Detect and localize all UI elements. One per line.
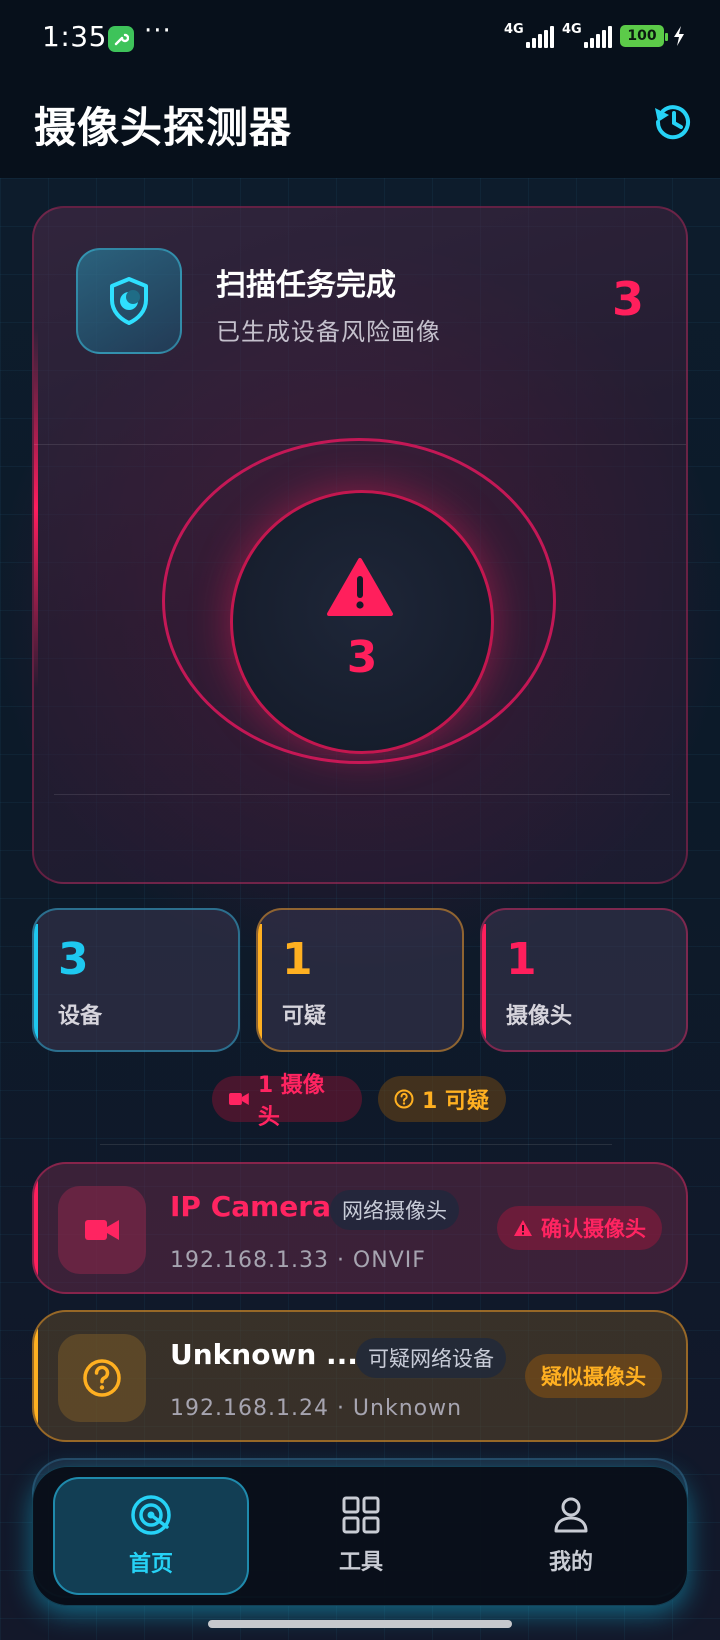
chip-label: 1 可疑 [422, 1089, 489, 1114]
device-status-badge: 疑似摄像头 [525, 1354, 662, 1398]
device-meta: 192.168.1.24 · Unknown [170, 1396, 463, 1421]
stat-devices[interactable]: 3 设备 [32, 908, 240, 1052]
device-type-tag: 可疑网络设备 [356, 1338, 506, 1378]
radar-icon [131, 1495, 171, 1535]
video-camera-icon [85, 1220, 119, 1240]
stat-value: 3 [58, 934, 89, 985]
stat-label: 可疑 [282, 1004, 327, 1029]
app-notification-icon [108, 26, 134, 52]
stat-label: 设备 [58, 1004, 103, 1029]
app-header: 摄像头探测器 [0, 78, 720, 178]
battery-indicator: 100 [620, 25, 668, 47]
chip-label: 1 摄像头 [257, 1073, 325, 1130]
radar-core [230, 490, 494, 754]
more-notifications: ··· [144, 16, 172, 46]
bottom-navigation: 首页 工具 我的 [32, 1466, 688, 1606]
device-icon-box [58, 1334, 146, 1422]
device-meta: 192.168.1.33 · ONVIF [170, 1248, 426, 1273]
risk-center-count: 3 [346, 632, 378, 683]
home-indicator[interactable] [208, 1620, 512, 1628]
stat-label: 摄像头 [506, 1004, 573, 1029]
signal-icon: 4G [504, 22, 554, 48]
stat-cameras[interactable]: 1 摄像头 [480, 908, 688, 1052]
signal-icon: 4G [562, 22, 612, 48]
person-icon [554, 1497, 588, 1533]
history-icon[interactable] [648, 98, 696, 146]
risk-count: 3 [611, 272, 644, 326]
shield-icon [110, 277, 148, 325]
grid-icon [342, 1496, 380, 1534]
device-name: IP Camera [170, 1190, 331, 1223]
scan-status-title: 扫描任务完成 [216, 268, 396, 303]
device-card[interactable]: Unknown ... 可疑网络设备 192.168.1.24 · Unknow… [32, 1310, 688, 1442]
warning-icon [327, 558, 393, 616]
suspicious-filter-chip[interactable]: 1 可疑 [378, 1076, 506, 1122]
stat-suspicious[interactable]: 1 可疑 [256, 908, 464, 1052]
stat-value: 1 [282, 934, 313, 985]
status-time: 1:35 [42, 20, 107, 53]
nav-tools-label: 工具 [338, 1550, 383, 1575]
shield-icon-box [76, 248, 182, 354]
question-icon [83, 1359, 121, 1397]
scan-status-subtitle: 已生成设备风险画像 [216, 318, 441, 346]
warning-icon [514, 1220, 532, 1236]
device-status-badge: 确认摄像头 [497, 1206, 662, 1250]
status-bar: 1:35 ··· 4G 4G 100 [0, 0, 720, 78]
question-icon [394, 1089, 414, 1109]
page-title: 摄像头探测器 [34, 103, 293, 152]
device-name: Unknown ... [170, 1338, 358, 1371]
stat-value: 1 [506, 934, 537, 985]
device-icon-box [58, 1186, 146, 1274]
camera-filter-chip[interactable]: 1 摄像头 [212, 1073, 362, 1130]
nav-tools[interactable]: 工具 [263, 1477, 459, 1595]
nav-me[interactable]: 我的 [473, 1477, 669, 1595]
scan-result-card: 扫描任务完成 已生成设备风险画像 3 3 [32, 206, 688, 884]
nav-home-label: 首页 [128, 1552, 173, 1577]
charging-icon [674, 26, 684, 46]
nav-me-label: 我的 [548, 1550, 593, 1575]
video-camera-icon [228, 1093, 249, 1105]
device-type-tag: 网络摄像头 [330, 1190, 459, 1230]
device-card[interactable]: IP Camera 网络摄像头 192.168.1.33 · ONVIF 确认摄… [32, 1162, 688, 1294]
nav-home[interactable]: 首页 [53, 1477, 249, 1595]
